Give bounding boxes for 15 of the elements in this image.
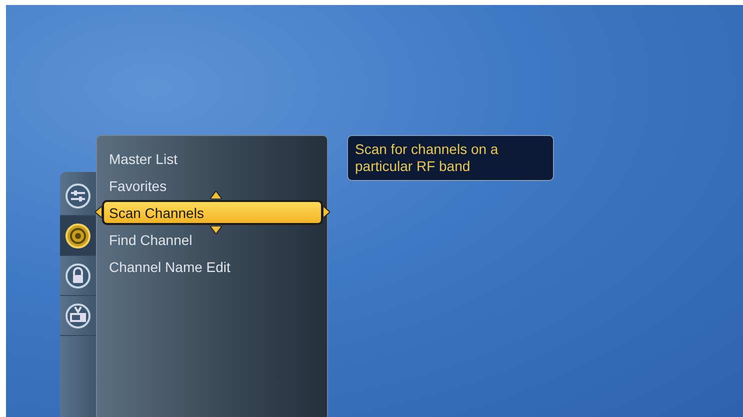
down-arrow-icon xyxy=(210,226,222,234)
menu-item[interactable]: Channel Name Edit xyxy=(102,254,323,279)
settings-icon xyxy=(65,182,91,208)
lock-icon xyxy=(65,262,91,288)
up-arrow-icon xyxy=(210,191,222,199)
menu-item[interactable]: Scan Channels xyxy=(102,200,323,225)
tooltip: Scan for channels on a particular RF band xyxy=(347,135,554,181)
side-tab[interactable] xyxy=(60,216,96,256)
menu-item[interactable]: Find Channel xyxy=(102,227,323,252)
menu-item[interactable]: Master List xyxy=(102,146,323,171)
left-arrow-icon xyxy=(95,206,102,218)
tv-icon xyxy=(65,302,91,328)
right-arrow-icon xyxy=(323,206,330,218)
menu-item[interactable]: Favorites xyxy=(102,173,323,198)
signal-icon xyxy=(65,222,91,248)
